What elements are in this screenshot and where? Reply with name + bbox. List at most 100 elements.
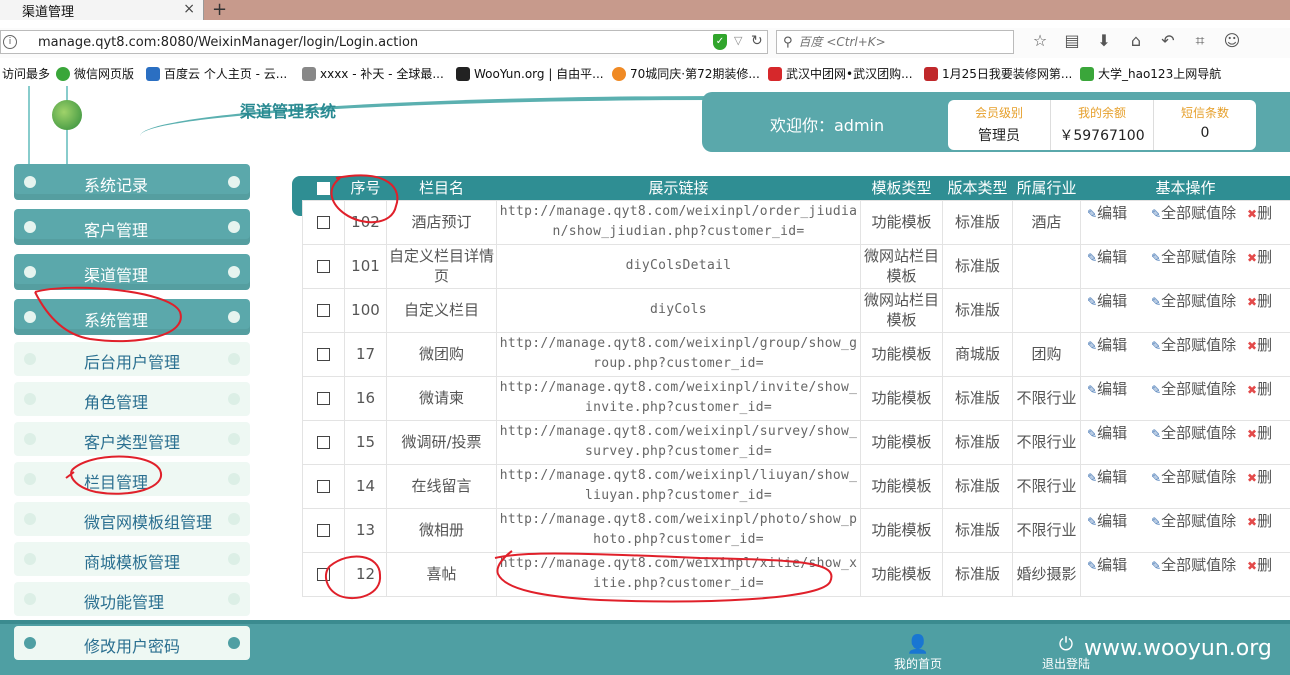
delete-button[interactable]: ✖删 [1247, 511, 1272, 532]
row-checkbox[interactable] [317, 480, 330, 493]
bookmark-item[interactable]: WooYun.org | 自由平... [456, 65, 604, 82]
bookmark-item[interactable]: 大学_hao123上网导航 [1080, 65, 1221, 82]
table-row[interactable]: 13 微相册 http://manage.qyt8.com/weixinpl/pho… [302, 507, 1290, 553]
sidebar-item-system[interactable]: 系统管理 [14, 299, 250, 335]
delete-button[interactable]: ✖删 [1247, 467, 1272, 488]
delete-icon: ✖ [1247, 426, 1258, 441]
bookmark-item[interactable]: 访问最多 [2, 65, 50, 82]
site-info-icon[interactable]: i [3, 35, 17, 49]
delete-button[interactable]: ✖删 [1247, 379, 1272, 400]
bookmark-item[interactable]: 武汉中团网•武汉团购... [768, 65, 913, 82]
new-tab-button[interactable]: + [212, 0, 227, 20]
browser-navbar: i manage.qyt8.com:8080/WeixinManager/log… [0, 28, 1290, 58]
table-row[interactable]: 12 喜帖 http://manage.qyt8.com/weixinpl/xiti… [302, 551, 1290, 597]
select-all-checkbox[interactable] [317, 181, 330, 195]
sidebar-sub-functions[interactable]: 微功能管理 [14, 582, 250, 616]
search-input[interactable] [798, 35, 999, 49]
edit-button[interactable]: ✎编辑 [1087, 291, 1127, 312]
delete-button[interactable]: ✖删 [1247, 423, 1272, 444]
sidebar-sub-roles[interactable]: 角色管理 [14, 382, 250, 416]
assign-all-button[interactable]: ✎全部赋值除 [1151, 247, 1241, 268]
col-header-name[interactable]: 栏目名 [386, 176, 497, 200]
table-row[interactable]: 17 微团购 http://manage.qyt8.com/weixinpl/gro… [302, 331, 1290, 377]
row-checkbox[interactable] [317, 524, 330, 537]
delete-button[interactable]: ✖删 [1247, 335, 1272, 356]
table-row[interactable]: 101 自定义栏目详情页 diyColsDetail 微网站栏目模板 标准版 ✎编辑 ✎全部… [302, 243, 1290, 289]
table-row[interactable]: 14 在线留言 http://manage.qyt8.com/weixinpl/li… [302, 463, 1290, 509]
row-checkbox[interactable] [317, 568, 330, 581]
row-checkbox[interactable] [317, 260, 330, 273]
delete-button[interactable]: ✖删 [1247, 555, 1272, 576]
table-row[interactable]: 100 自定义栏目 diyCols 微网站栏目模板 标准版 ✎编辑 ✎全部赋值除 ✖删 [302, 287, 1290, 333]
edit-button[interactable]: ✎编辑 [1087, 555, 1127, 576]
bookmark-item[interactable]: 微信网页版 [56, 65, 134, 82]
delete-button[interactable]: ✖删 [1247, 247, 1272, 268]
sidebar-item-system-log[interactable]: 系统记录 [14, 164, 250, 200]
assign-all-button[interactable]: ✎全部赋值除 [1151, 423, 1241, 444]
reload-icon[interactable]: ↻ [751, 33, 763, 49]
close-icon[interactable]: × [183, 1, 195, 17]
bookmark-item[interactable]: 百度云 个人主页 - 云... [146, 65, 287, 82]
bookmark-item[interactable]: 70城同庆·第72期装修... [612, 65, 760, 82]
assign-all-button[interactable]: ✎全部赋值除 [1151, 335, 1241, 356]
chat-icon[interactable]: ☺ [1216, 31, 1248, 51]
delete-button[interactable]: ✖删 [1247, 203, 1272, 224]
download-icon[interactable]: ⬇ [1088, 31, 1120, 51]
assign-all-button[interactable]: ✎全部赋值除 [1151, 203, 1241, 224]
edit-button[interactable]: ✎编辑 [1087, 335, 1127, 356]
assign-all-button[interactable]: ✎全部赋值除 [1151, 555, 1241, 576]
sidebar-sub-mall-templates[interactable]: 商城模板管理 [14, 542, 250, 576]
col-header-id[interactable]: 序号 [344, 176, 387, 200]
col-header-industry[interactable]: 所属行业 [1012, 176, 1081, 200]
shield-icon[interactable]: ✓ [713, 34, 727, 50]
address-bar[interactable]: i manage.qyt8.com:8080/WeixinManager/log… [0, 30, 768, 54]
delete-icon: ✖ [1247, 294, 1258, 309]
col-header-link[interactable]: 展示链接 [496, 176, 861, 200]
table-row[interactable]: 16 微请柬 http://manage.qyt8.com/weixinpl/inv… [302, 375, 1290, 421]
sidebar-sub-site-templates[interactable]: 微官网模板组管理 [14, 502, 250, 536]
cell-template-type: 功能模板 [860, 375, 943, 421]
cell-actions: ✎编辑 ✎全部赋值除 ✖删 [1080, 507, 1290, 553]
row-checkbox[interactable] [317, 392, 330, 405]
cell-name: 微相册 [386, 507, 497, 553]
assign-all-button[interactable]: ✎全部赋值除 [1151, 379, 1241, 400]
sidebar-sub-customer-types[interactable]: 客户类型管理 [14, 422, 250, 456]
chevron-down-icon[interactable]: ▽ [734, 34, 742, 47]
row-checkbox[interactable] [317, 436, 330, 449]
row-checkbox[interactable] [317, 348, 330, 361]
assign-all-button[interactable]: ✎全部赋值除 [1151, 467, 1241, 488]
search-box[interactable]: ⚲ [776, 30, 1014, 54]
reader-icon[interactable]: ▤ [1056, 31, 1088, 51]
table-row[interactable]: 102 酒店预订 http://manage.qyt8.com/weixinpl/o… [302, 199, 1290, 245]
row-checkbox[interactable] [317, 304, 330, 317]
delete-button[interactable]: ✖删 [1247, 291, 1272, 312]
star-icon[interactable]: ☆ [1024, 31, 1056, 51]
sidebar-sub-admin-users[interactable]: 后台用户管理 [14, 342, 250, 376]
undo-icon[interactable]: ↶ [1152, 31, 1184, 51]
col-header-version[interactable]: 版本类型 [942, 176, 1013, 200]
change-password-button[interactable]: 修改用户密码 [14, 626, 250, 660]
edit-button[interactable]: ✎编辑 [1087, 423, 1127, 444]
assign-all-button[interactable]: ✎全部赋值除 [1151, 511, 1241, 532]
edit-button[interactable]: ✎编辑 [1087, 379, 1127, 400]
row-select-cell [302, 419, 345, 465]
edit-button[interactable]: ✎编辑 [1087, 467, 1127, 488]
browser-tab[interactable]: 渠道管理 × [0, 0, 204, 20]
edit-button[interactable]: ✎编辑 [1087, 511, 1127, 532]
sidebar-sub-columns[interactable]: 栏目管理 [14, 462, 250, 496]
cell-link: http://manage.qyt8.com/weixinpl/xitie/sh… [496, 551, 861, 597]
sidebar-item-customers[interactable]: 客户管理 [14, 209, 250, 245]
home-icon[interactable]: ⌂ [1120, 31, 1152, 51]
home-link[interactable]: 👤 我的首页 [888, 634, 948, 672]
crop-icon[interactable]: ⌗ [1184, 31, 1216, 51]
cell-industry [1012, 243, 1081, 289]
bookmark-item[interactable]: xxxx - 补天 - 全球最... [302, 65, 444, 82]
sidebar-item-channels[interactable]: 渠道管理 [14, 254, 250, 290]
table-row[interactable]: 15 微调研/投票 http://manage.qyt8.com/weixinpl/… [302, 419, 1290, 465]
assign-all-button[interactable]: ✎全部赋值除 [1151, 291, 1241, 312]
col-header-template[interactable]: 模板类型 [860, 176, 943, 200]
row-checkbox[interactable] [317, 216, 330, 229]
edit-button[interactable]: ✎编辑 [1087, 203, 1127, 224]
edit-button[interactable]: ✎编辑 [1087, 247, 1127, 268]
bookmark-item[interactable]: 1月25日我要装修网第... [924, 65, 1072, 82]
